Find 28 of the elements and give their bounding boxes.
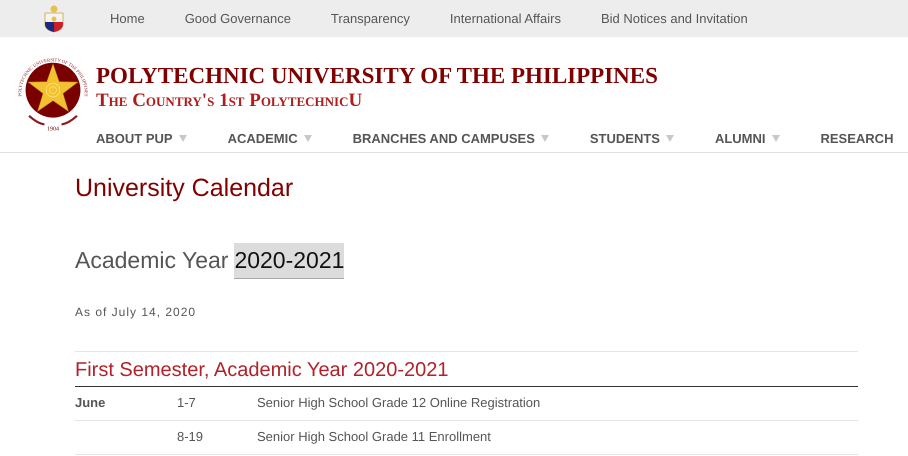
date-cell-text: 1-7	[177, 394, 197, 412]
caret-down-icon	[772, 135, 780, 142]
semester-heading: First Semester, Academic Year 2020-2021	[75, 356, 858, 386]
top-link[interactable]: Bid Notices and Invitation	[600, 8, 748, 28]
date-cell-text: 8-19	[177, 428, 204, 446]
top-link[interactable]: Home	[110, 8, 145, 28]
top-link[interactable]: International Affairs	[450, 8, 561, 28]
caret-down-icon	[304, 135, 312, 142]
caret-down-icon	[178, 135, 187, 142]
event-cell-text: Senior High School Grade 12 Online Registration	[257, 394, 540, 412]
nav-menu-item[interactable]: RESEARCH	[820, 129, 894, 148]
month-cell-text: June	[75, 394, 106, 412]
university-title: POLYTECHNIC UNIVERSITY OF THE PHILIPPINES	[96, 62, 659, 90]
year-text: 2020-2021	[234, 243, 344, 278]
caret-down-icon	[666, 135, 674, 142]
page-title: University Calendar	[75, 173, 294, 203]
top-link[interactable]: Good Governance	[184, 8, 291, 28]
event-cell-text: Senior High School Grade 11 Enrollment	[257, 428, 491, 446]
nav-menu-item[interactable]: BRANCHES AND CAMPUSES	[352, 129, 549, 148]
university-tagline: The Country's 1st PolytechnicU	[96, 90, 364, 112]
year-label: Academic Year	[75, 246, 228, 275]
as-of-date: As of July 14, 2020	[75, 304, 198, 320]
nav-menu-item[interactable]: ABOUT PUP	[96, 129, 187, 148]
nav-menu-item[interactable]: ACADEMIC	[228, 129, 312, 148]
nav-menu-item[interactable]: STUDENTS	[590, 129, 674, 148]
caret-down-icon	[540, 135, 549, 142]
top-link[interactable]: Transparency	[330, 8, 410, 28]
nav-menu-item[interactable]: ALUMNI	[714, 129, 780, 148]
